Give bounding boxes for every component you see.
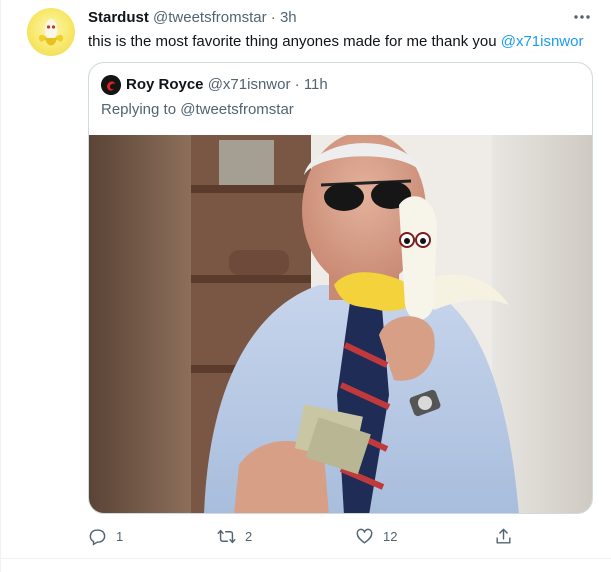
- reply-icon: [89, 528, 106, 546]
- quote-author-name[interactable]: Roy Royce: [126, 76, 204, 93]
- tweet-text-content: this is the most favorite thing anyones …: [88, 33, 501, 50]
- quote-author-handle[interactable]: @x71isnwor: [208, 76, 291, 93]
- tweet-text: this is the most favorite thing anyones …: [88, 33, 583, 50]
- more-icon: [574, 15, 590, 19]
- action-bar: 1 2 12: [0, 523, 611, 549]
- like-button[interactable]: 12: [355, 523, 397, 549]
- divider: [0, 558, 611, 559]
- quoted-tweet[interactable]: Roy Royce @x71isnwor · 11h Replying to @…: [88, 62, 593, 514]
- replying-to: Replying to @tweetsfromstar: [101, 101, 294, 118]
- tweet-time[interactable]: 3h: [280, 9, 297, 26]
- share-button[interactable]: [494, 523, 513, 549]
- avatar[interactable]: [27, 8, 75, 56]
- tweet-card[interactable]: Stardust @tweetsfromstar · 3h this is th…: [0, 0, 611, 572]
- quote-avatar: [101, 75, 121, 95]
- like-count: 12: [383, 528, 398, 544]
- author-handle[interactable]: @tweetsfromstar: [153, 9, 267, 26]
- banana-avatar-image: [38, 19, 64, 46]
- quote-separator-dot: ·: [294, 76, 300, 93]
- retweet-icon: [217, 529, 236, 543]
- divider: [0, 0, 1, 572]
- retweet-count: 2: [245, 528, 253, 544]
- retweet-button[interactable]: 2: [217, 523, 252, 549]
- quote-avatar-image: [101, 75, 121, 95]
- like-icon: [356, 528, 373, 544]
- share-icon: [496, 528, 511, 544]
- reply-button[interactable]: 1: [88, 523, 123, 549]
- quote-time[interactable]: 11h: [304, 76, 328, 93]
- author-name[interactable]: Stardust: [88, 9, 149, 26]
- separator-dot: ·: [270, 9, 276, 26]
- photo-image: [89, 135, 592, 513]
- reply-count: 1: [116, 528, 124, 544]
- mention-link[interactable]: @x71isnwor: [501, 33, 584, 50]
- quote-media-photo[interactable]: [89, 135, 592, 513]
- more-button[interactable]: [568, 6, 596, 28]
- tweet-header: Stardust @tweetsfromstar · 3h: [88, 9, 297, 26]
- quote-header: Roy Royce @x71isnwor · 11h: [126, 76, 328, 93]
